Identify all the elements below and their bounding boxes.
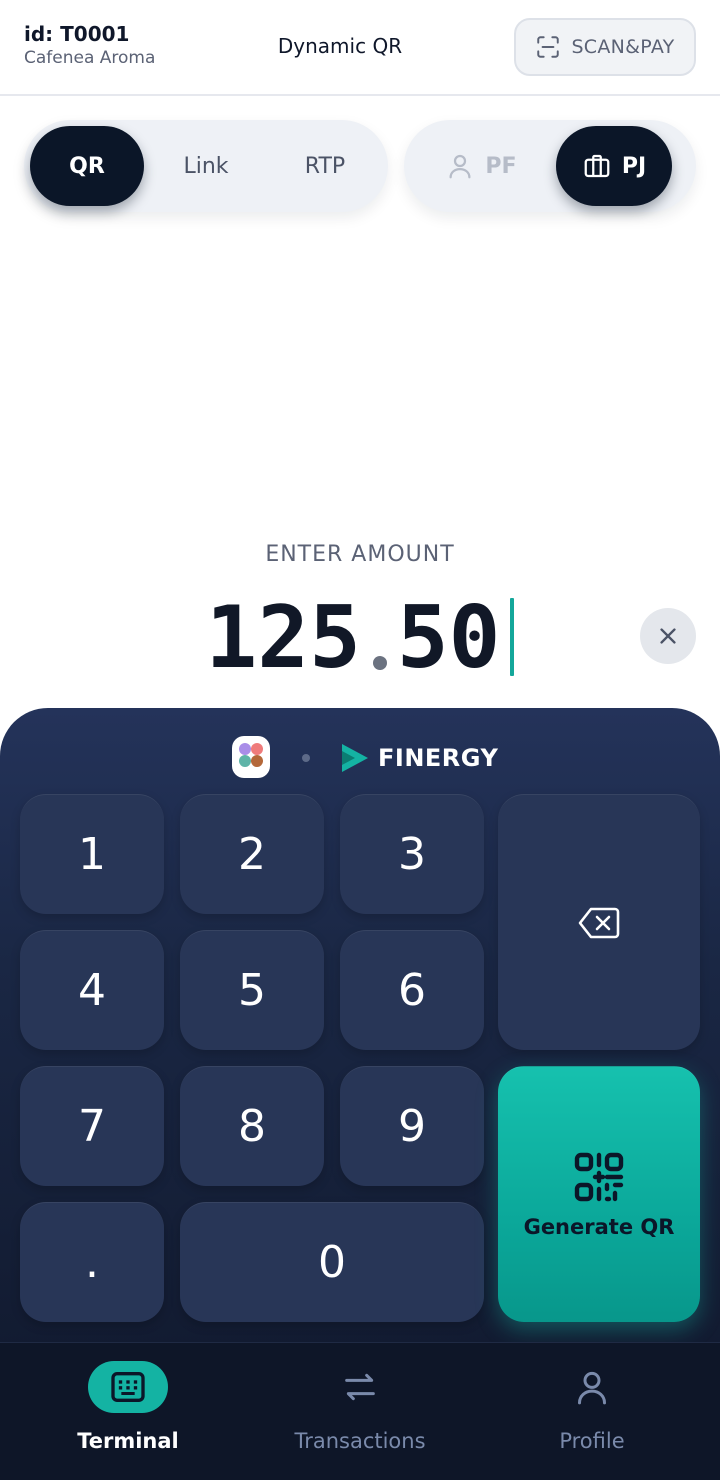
nav-terminal[interactable]: Terminal bbox=[8, 1343, 248, 1480]
tab-qr[interactable]: QR bbox=[30, 126, 144, 206]
backspace-icon bbox=[578, 907, 620, 938]
nav-transactions-label: Transactions bbox=[294, 1429, 426, 1453]
nav-terminal-label: Terminal bbox=[77, 1429, 179, 1453]
nav-transactions-pill bbox=[320, 1361, 400, 1413]
scan-icon bbox=[537, 36, 560, 58]
key-6[interactable]: 6 bbox=[340, 930, 484, 1050]
tab-rtp[interactable]: RTP bbox=[268, 126, 382, 206]
key-2[interactable]: 2 bbox=[180, 794, 324, 914]
amount-integer: 125 bbox=[205, 588, 361, 688]
tab-qr-label: QR bbox=[69, 153, 105, 179]
tab-pf-label: PF bbox=[485, 153, 517, 179]
brand-name: FINERGY bbox=[378, 744, 499, 772]
keypad-panel: FINERGY 1 2 3 4 5 6 7 8 9 . 0 Generate Q… bbox=[0, 708, 720, 1348]
decimal-separator bbox=[372, 656, 387, 670]
nav-transactions[interactable]: Transactions bbox=[240, 1343, 480, 1480]
nav-profile[interactable]: Profile bbox=[472, 1343, 712, 1480]
clear-amount-button[interactable] bbox=[640, 608, 696, 664]
key-4[interactable]: 4 bbox=[20, 930, 164, 1050]
payment-method-tabs: QR Link RTP bbox=[24, 120, 388, 212]
user-icon bbox=[578, 1371, 606, 1405]
finergy-logo: FINERGY bbox=[340, 738, 498, 778]
person-icon bbox=[449, 154, 471, 179]
close-icon bbox=[660, 628, 676, 644]
tab-rtp-label: RTP bbox=[304, 153, 346, 179]
text-cursor bbox=[510, 598, 515, 676]
key-9[interactable]: 9 bbox=[340, 1066, 484, 1186]
keyboard-icon bbox=[111, 1372, 145, 1402]
nav-profile-pill bbox=[552, 1361, 632, 1413]
key-0[interactable]: 0 bbox=[180, 1202, 484, 1322]
finergy-logo-icon bbox=[342, 744, 368, 772]
brand-separator-dot bbox=[302, 754, 310, 762]
top-header: id: T0001 Cafenea Aroma Dynamic QR SCAN&… bbox=[0, 0, 720, 96]
backspace-button[interactable] bbox=[498, 794, 700, 1050]
client-type-tabs: PF PJ bbox=[404, 120, 696, 212]
tab-pj-label: PJ bbox=[621, 153, 647, 179]
scan-pay-button[interactable]: SCAN&PAY bbox=[514, 18, 696, 76]
nav-terminal-pill bbox=[88, 1361, 168, 1413]
key-8[interactable]: 8 bbox=[180, 1066, 324, 1186]
scan-pay-label: SCAN&PAY bbox=[571, 36, 675, 58]
key-5[interactable]: 5 bbox=[180, 930, 324, 1050]
amount-label: ENTER AMOUNT bbox=[265, 542, 455, 567]
qr-code-icon bbox=[574, 1152, 624, 1201]
briefcase-icon bbox=[584, 154, 610, 178]
generate-qr-label: Generate QR bbox=[523, 1214, 675, 1239]
tab-pf[interactable]: PF bbox=[414, 126, 548, 206]
tab-pj[interactable]: PJ bbox=[556, 126, 672, 206]
brand-row: FINERGY bbox=[0, 736, 720, 780]
key-decimal[interactable]: . bbox=[20, 1202, 164, 1322]
key-7[interactable]: 7 bbox=[20, 1066, 164, 1186]
arrows-swap-icon bbox=[345, 1373, 375, 1401]
bank-app-icon bbox=[232, 736, 270, 778]
generate-qr-button[interactable]: Generate QR bbox=[498, 1066, 700, 1322]
tab-link-label: Link bbox=[183, 153, 229, 179]
amount-decimal: 50 bbox=[396, 588, 501, 688]
key-1[interactable]: 1 bbox=[20, 794, 164, 914]
amount-display[interactable]: 125 50 bbox=[0, 588, 720, 688]
key-3[interactable]: 3 bbox=[340, 794, 484, 914]
tab-link[interactable]: Link bbox=[148, 126, 264, 206]
nav-profile-label: Profile bbox=[559, 1429, 625, 1453]
bottom-navigation: Terminal Transactions Profile bbox=[0, 1342, 720, 1480]
